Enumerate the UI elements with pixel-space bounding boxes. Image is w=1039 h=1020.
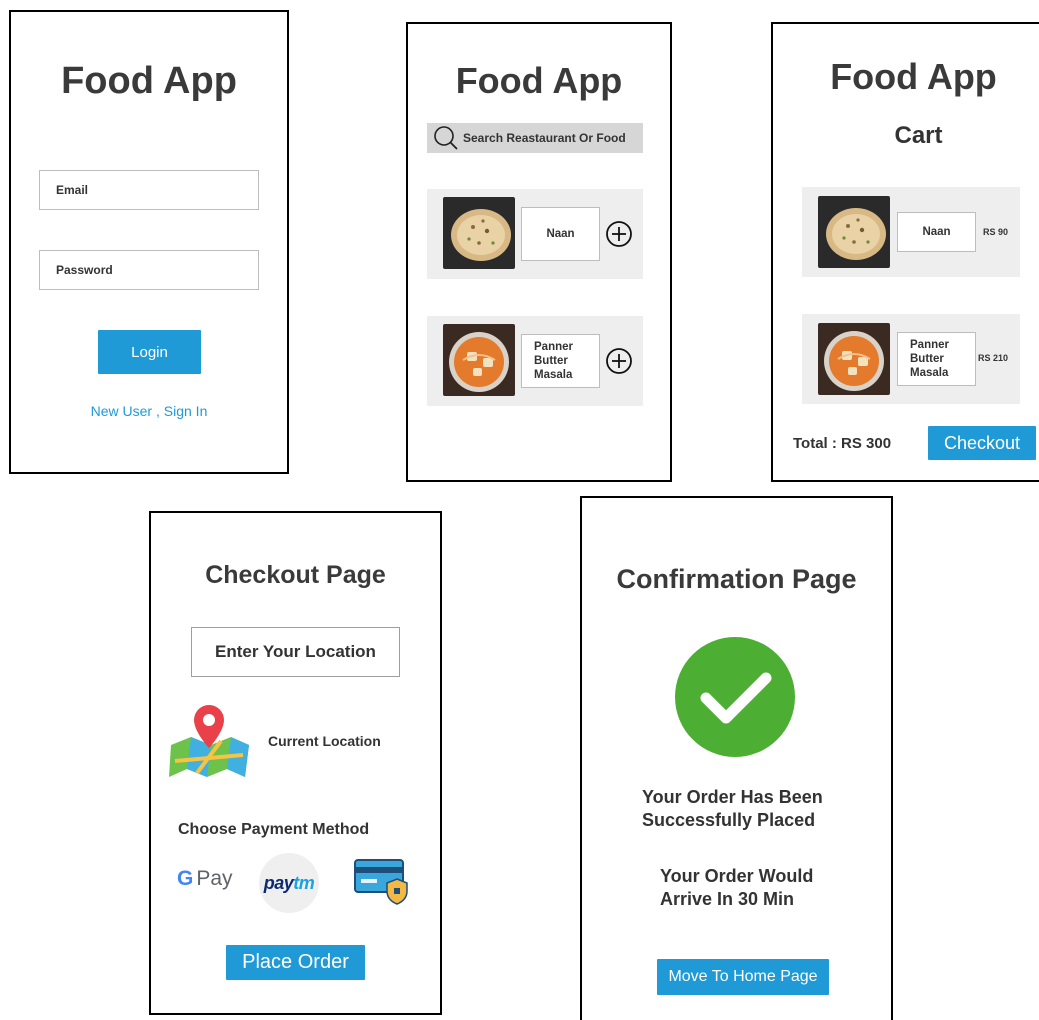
map-location-icon[interactable]: [167, 703, 251, 779]
cart-item-paneer: Panner Butter Masala RS 210: [802, 314, 1020, 404]
eta-message: Your Order Would Arrive In 30 Min: [660, 866, 814, 909]
confirmation-title: Confirmation Page: [616, 564, 857, 594]
cart-item-price: RS 90: [983, 227, 1009, 237]
email-field[interactable]: Email: [39, 170, 259, 210]
menu-item-name: Panner Butter Masala: [521, 334, 600, 388]
gpay-option[interactable]: G Pay: [177, 867, 233, 891]
plus-circle-icon[interactable]: [605, 347, 633, 375]
payment-method-title: Choose Payment Method: [178, 821, 370, 838]
menu-screen: Food App Search Reastaurant Or Food Naan: [406, 22, 672, 482]
confirmation-screen: Confirmation Page Your Order Has Been Su…: [580, 496, 893, 1020]
home-page-button[interactable]: Move To Home Page: [657, 959, 829, 995]
login-button[interactable]: Login: [98, 330, 201, 374]
cart-item-name: Panner Butter Masala: [897, 332, 976, 386]
paneer-butter-masala-image: [443, 324, 515, 396]
cart-total: Total : RS 300: [793, 435, 892, 452]
password-field[interactable]: Password: [39, 250, 259, 290]
cart-item-naan: Naan RS 90: [802, 187, 1020, 277]
google-g-icon: G: [177, 867, 194, 890]
location-field[interactable]: Enter Your Location: [191, 627, 400, 677]
cart-title: Cart: [894, 122, 943, 149]
checkout-screen: Checkout Page Enter Your Location Curren…: [149, 511, 442, 1015]
current-location-label[interactable]: Current Location: [268, 733, 381, 749]
cart-item-name: Naan: [897, 212, 976, 252]
checkout-button[interactable]: Checkout: [928, 426, 1036, 460]
naan-image: [818, 196, 890, 268]
menu-title: Food App: [455, 60, 623, 101]
plus-circle-icon[interactable]: [605, 220, 633, 248]
menu-item-name: Naan: [521, 207, 600, 261]
search-icon: [434, 126, 458, 150]
checkout-title: Checkout Page: [205, 561, 386, 589]
cart-screen: Food App Cart Naan RS 90 Panner Butter M…: [771, 22, 1039, 482]
order-placed-message: Your Order Has Been Successfully Placed: [642, 787, 823, 830]
signup-link[interactable]: New User , Sign In: [11, 403, 287, 419]
paytm-option[interactable]: pay tm: [259, 853, 319, 913]
place-order-button[interactable]: Place Order: [226, 945, 365, 980]
login-screen: Food App Email Password Login New User ,…: [9, 10, 289, 474]
cart-app-title: Food App: [830, 56, 997, 97]
search-placeholder: Search Reastaurant Or Food: [463, 131, 626, 145]
check-icon: [675, 637, 795, 757]
menu-item-paneer[interactable]: Panner Butter Masala: [427, 316, 643, 406]
menu-item-naan[interactable]: Naan: [427, 189, 643, 279]
login-title: Food App: [61, 60, 237, 102]
paneer-butter-masala-image: [818, 323, 890, 395]
search-bar[interactable]: Search Reastaurant Or Food: [427, 123, 643, 153]
cart-item-price: RS 210: [978, 353, 1009, 363]
card-icon[interactable]: [353, 857, 411, 905]
naan-image: [443, 197, 515, 269]
